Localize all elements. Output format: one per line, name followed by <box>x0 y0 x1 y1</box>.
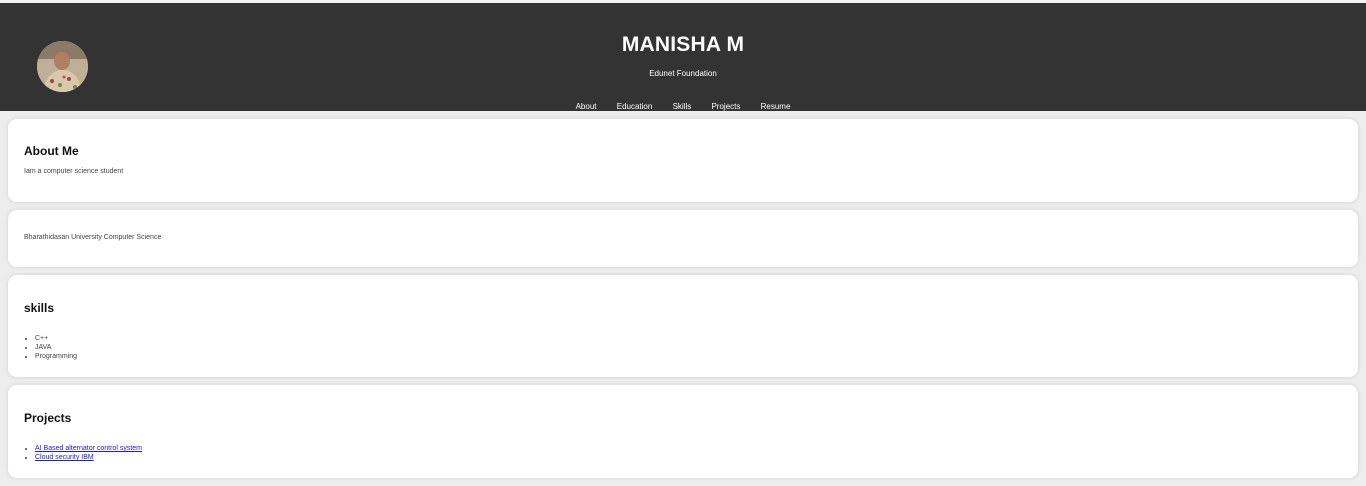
nav-link-education[interactable]: Education <box>617 102 653 111</box>
list-item: Programming <box>35 352 77 361</box>
page-title: MANISHA M <box>621 33 745 56</box>
education-section: Bharathidasan University Computer Scienc… <box>8 210 1358 267</box>
site-header: MANISHA M Edunet Foundation About Educat… <box>0 3 1366 111</box>
skills-section: skills C++ JAVA Programming <box>8 275 1358 377</box>
project-link-ai-alternator[interactable]: AI Based alternator control system <box>35 445 142 452</box>
list-item: AI Based alternator control system <box>35 444 142 453</box>
nav-link-projects[interactable]: Projects <box>711 102 740 111</box>
nav-link-about[interactable]: About <box>576 102 597 111</box>
about-text: Iam a computer science student <box>24 168 124 175</box>
main-nav: About Education Skills Projects Resume <box>0 102 1366 111</box>
about-heading: About Me <box>24 144 79 158</box>
list-item: C++ <box>35 334 77 343</box>
list-item: Cloud security IBM <box>35 453 142 462</box>
projects-list: AI Based alternator control system Cloud… <box>24 444 142 462</box>
project-link-cloud-security[interactable]: Cloud security IBM <box>35 454 94 461</box>
projects-section: Projects AI Based alternator control sys… <box>8 385 1358 478</box>
organization-subtitle: Edunet Foundation <box>649 69 717 78</box>
nav-link-skills[interactable]: Skills <box>673 102 692 111</box>
list-item: JAVA <box>35 343 77 352</box>
nav-link-resume[interactable]: Resume <box>761 102 791 111</box>
skills-heading: skills <box>24 301 55 315</box>
about-section: About Me Iam a computer science student <box>8 119 1358 202</box>
skills-list: C++ JAVA Programming <box>24 334 77 361</box>
projects-heading: Projects <box>24 411 72 425</box>
education-text: Bharathidasan University Computer Scienc… <box>24 234 162 241</box>
